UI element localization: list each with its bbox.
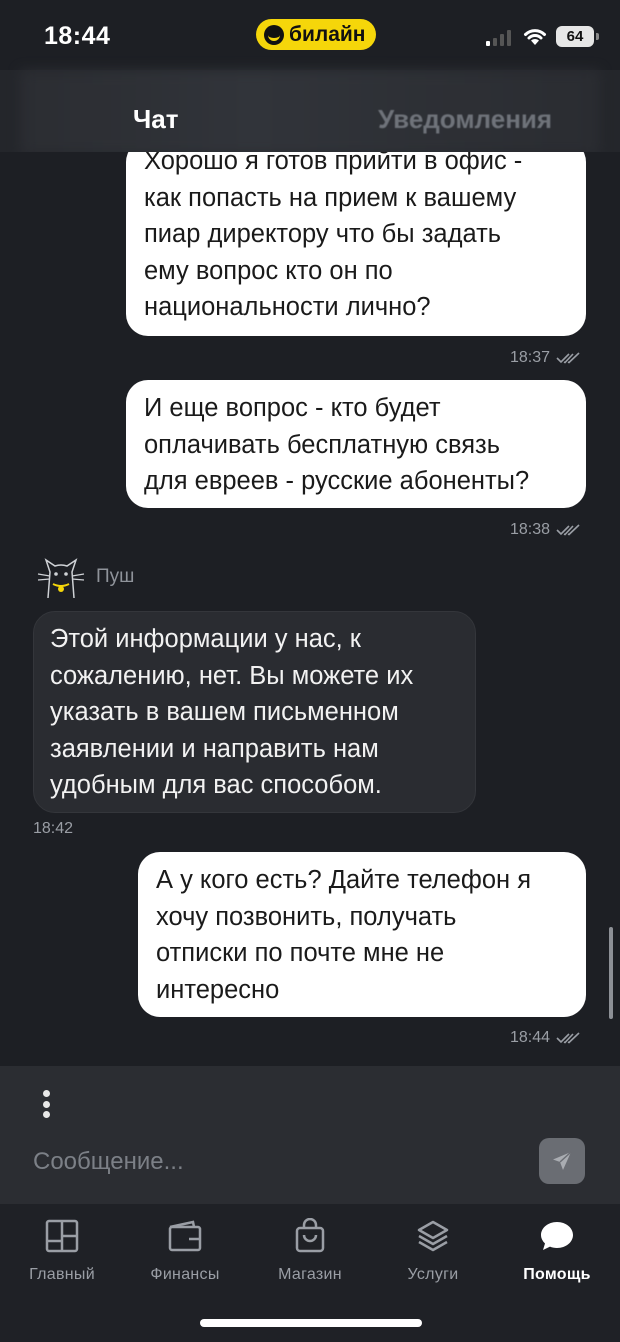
home-grid-icon — [45, 1219, 79, 1253]
wifi-icon — [524, 29, 546, 45]
wallet-icon — [168, 1220, 202, 1252]
double-check-icon — [556, 524, 580, 536]
double-check-icon — [556, 352, 580, 364]
carrier-name: билайн — [289, 22, 366, 46]
double-check-icon — [556, 1032, 580, 1044]
message-line: Этой информации у нас, к — [50, 625, 361, 653]
nav-label: Помощь — [523, 1266, 591, 1283]
status-bar: 18:44 билайн 64 — [0, 0, 620, 70]
home-indicator[interactable] — [200, 1319, 422, 1327]
message-line: хочу позвонить, получать — [156, 902, 457, 931]
nav-item-home[interactable]: Главный — [7, 1218, 117, 1284]
message-line: И еще вопрос - кто будет — [144, 394, 441, 422]
message-bubble-outgoing[interactable]: Хорошо я готов прийти в офис - как попас… — [126, 152, 586, 336]
tab-notifications[interactable]: Уведомления — [378, 104, 552, 135]
message-line: как попасть на прием к вашему — [144, 183, 517, 212]
nav-item-shop[interactable]: Магазин — [255, 1218, 365, 1284]
message-line: пиар директору что бы задать — [144, 220, 502, 248]
more-options-icon[interactable] — [42, 1090, 50, 1118]
shopping-bag-icon — [295, 1218, 325, 1253]
cat-avatar-icon — [37, 558, 85, 599]
chat-thread[interactable]: Хорошо я готов прийти в офис - как попас… — [0, 152, 620, 1066]
message-time: 18:42 — [33, 820, 74, 837]
battery-level: 64 — [566, 28, 584, 45]
message-line: интересно — [156, 975, 280, 1004]
message-meta: 18:44 — [510, 1029, 580, 1047]
message-line: указать в вашем письменном — [50, 698, 399, 726]
message-line: сожалению, нет. Вы можете их — [50, 661, 414, 690]
message-meta: 18:38 — [510, 521, 580, 539]
message-line: отписки по почте мне не — [156, 939, 445, 967]
message-line: для евреев - русские абоненты? — [144, 467, 530, 495]
nav-label: Услуги — [407, 1266, 459, 1283]
message-bubble-incoming[interactable]: Этой информации у нас, к сожалению, нет.… — [33, 611, 476, 813]
message-time: 18:37 — [510, 349, 551, 366]
tab-chat[interactable]: Чат — [133, 104, 178, 135]
message-line: удобным для вас способом. — [50, 771, 382, 799]
nav-item-help[interactable]: Помощь — [502, 1218, 612, 1284]
message-line: ему вопрос кто он по — [144, 256, 393, 285]
scrollbar[interactable] — [609, 927, 613, 1019]
message-line: Хорошо я готов прийти в офис - — [144, 152, 523, 175]
message-meta: 18:37 — [510, 349, 580, 367]
status-time: 18:44 — [44, 22, 111, 50]
nav-label: Финансы — [150, 1266, 220, 1283]
cellular-signal-icon — [486, 28, 511, 46]
message-bubble-outgoing[interactable]: А у кого есть? Дайте телефон я хочу позв… — [138, 852, 586, 1017]
message-input[interactable] — [33, 1142, 503, 1182]
beeline-logo-icon — [264, 24, 284, 45]
message-line: оплачивать бесплатную связь — [144, 430, 501, 459]
send-button[interactable] — [539, 1138, 585, 1184]
message-time: 18:38 — [510, 521, 551, 538]
message-meta: 18:42 — [33, 820, 73, 838]
bot-sender: Пуш — [36, 554, 134, 600]
message-line: национальности лично? — [144, 293, 431, 321]
nav-label: Магазин — [278, 1266, 342, 1283]
chat-bubble-icon — [541, 1222, 573, 1250]
message-line: А у кого есть? Дайте телефон я — [156, 866, 532, 894]
nav-item-services[interactable]: Услуги — [378, 1218, 488, 1284]
carrier-badge: билайн — [256, 19, 376, 50]
nav-item-finance[interactable]: Финансы — [130, 1218, 240, 1284]
message-time: 18:44 — [510, 1029, 551, 1046]
message-composer — [0, 1066, 620, 1204]
bot-name: Пуш — [96, 566, 135, 587]
nav-label: Главный — [29, 1266, 95, 1283]
battery-icon: 64 — [556, 26, 599, 47]
message-line: заявлении и направить нам — [50, 734, 379, 763]
send-icon — [553, 1151, 572, 1170]
layers-icon — [417, 1220, 449, 1252]
message-bubble-outgoing[interactable]: И еще вопрос - кто будет оплачивать бесп… — [126, 380, 586, 508]
